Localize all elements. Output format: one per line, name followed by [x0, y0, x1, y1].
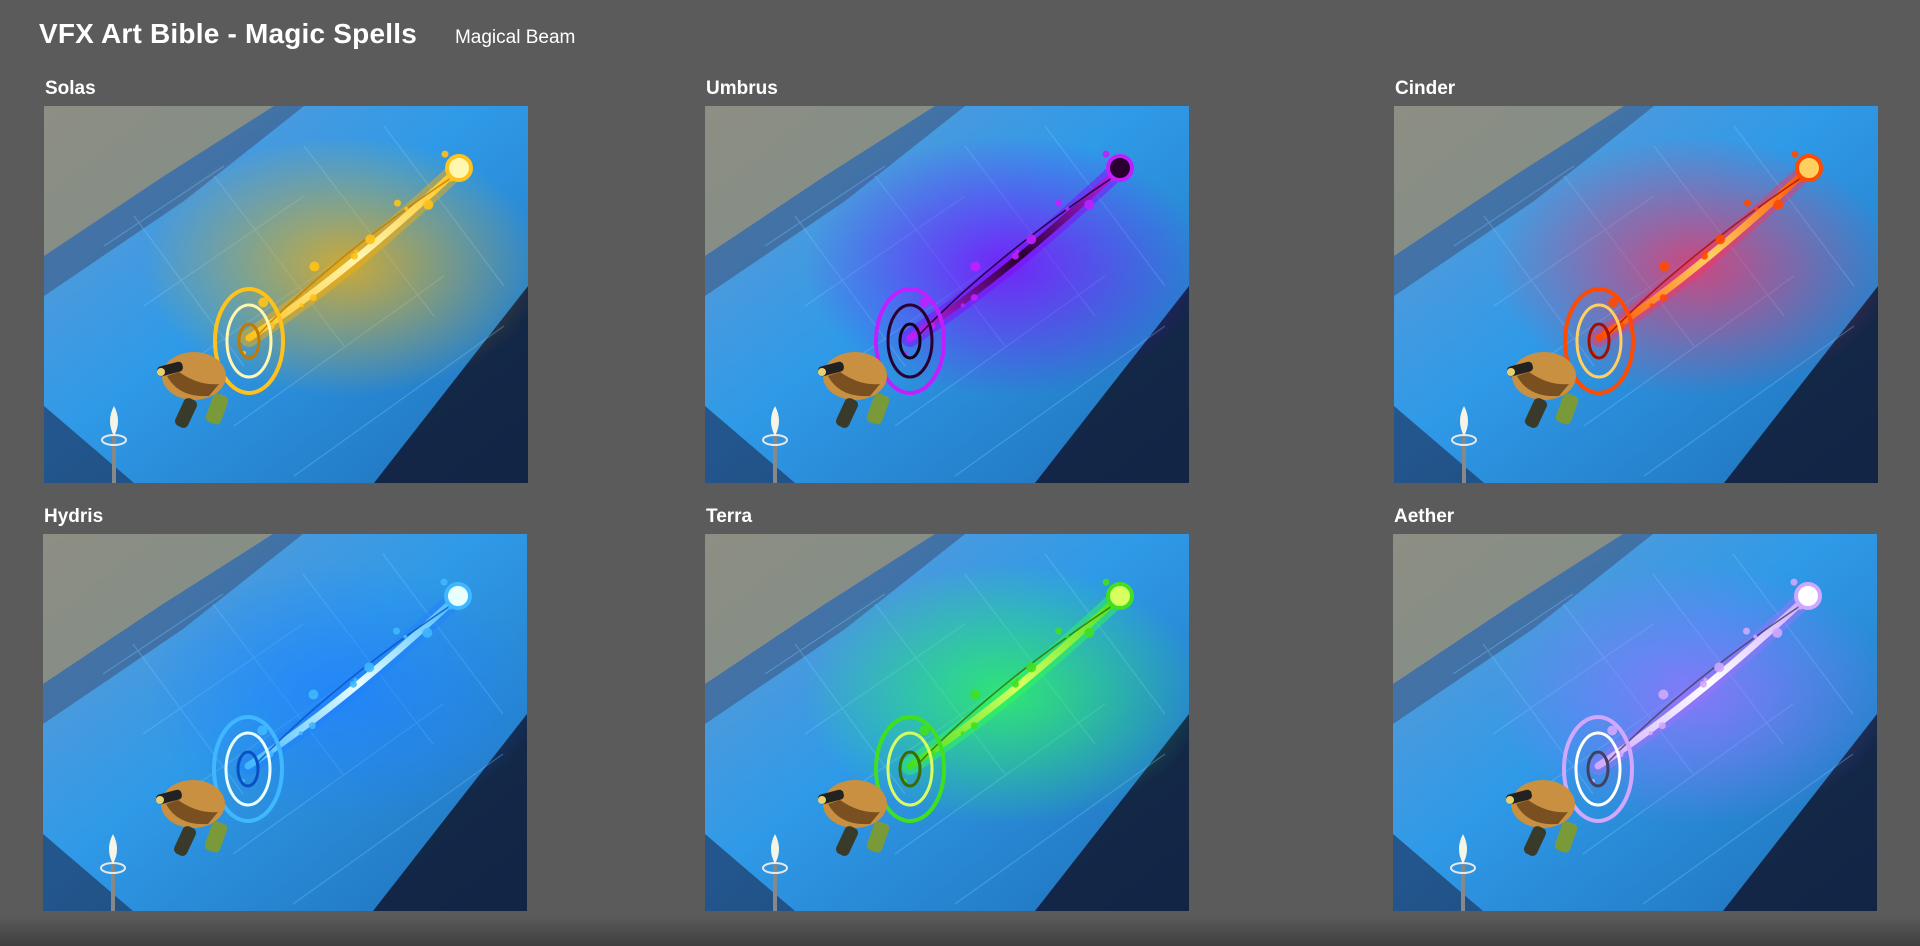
spark — [1699, 680, 1707, 688]
spark — [1026, 234, 1037, 245]
spell-panel-aether: Aether — [1393, 506, 1877, 911]
spark — [1055, 627, 1062, 635]
spark — [1658, 689, 1669, 700]
spark — [1773, 199, 1784, 210]
spark — [960, 731, 965, 736]
spell-panel-terra: Terra — [705, 506, 1189, 911]
beam-tip — [1106, 154, 1134, 182]
spell-artwork — [705, 534, 1189, 911]
beam-tip — [1106, 582, 1134, 610]
spell-artwork — [44, 106, 528, 483]
beam-tip — [445, 154, 473, 182]
spark — [299, 303, 304, 308]
page-header: VFX Art Bible - Magic Spells Magical Bea… — [39, 18, 575, 50]
spell-artwork — [43, 534, 527, 911]
spark — [440, 578, 448, 586]
spark — [394, 199, 401, 207]
spark — [1065, 634, 1070, 639]
spark — [960, 303, 965, 308]
spark — [365, 234, 376, 245]
spark — [1648, 731, 1653, 736]
spark — [1102, 578, 1110, 586]
spark — [1649, 303, 1654, 308]
spark — [1659, 294, 1667, 302]
spell-illustration — [43, 534, 527, 911]
spark — [1753, 634, 1758, 639]
spell-illustration — [1394, 106, 1878, 483]
spark — [1700, 252, 1708, 260]
page-title: VFX Art Bible - Magic Spells — [39, 18, 417, 49]
spark — [1659, 261, 1670, 272]
spark — [1744, 199, 1751, 207]
spark — [1026, 662, 1037, 673]
spell-illustration — [705, 106, 1189, 483]
spark — [393, 627, 400, 635]
spark — [1084, 627, 1095, 638]
spell-artwork — [1393, 534, 1877, 911]
spark — [423, 199, 434, 210]
spell-artwork — [705, 106, 1189, 483]
spark — [441, 150, 449, 158]
spell-artwork — [1394, 106, 1878, 483]
spell-label: Terra — [706, 506, 753, 527]
spell-panel-umbrus: Umbrus — [705, 78, 1189, 483]
page-subtitle: Magical Beam — [454, 27, 576, 48]
spark — [1084, 199, 1095, 210]
spell-label: Umbrus — [706, 78, 778, 99]
spark — [1102, 150, 1110, 158]
spark — [1714, 662, 1725, 673]
spell-label: Cinder — [1395, 78, 1456, 99]
spark — [970, 689, 981, 700]
spell-illustration — [705, 534, 1189, 911]
spark — [309, 294, 317, 302]
spell-illustration — [1393, 534, 1877, 911]
spark — [1658, 722, 1666, 730]
spark — [309, 261, 320, 272]
spark — [1791, 150, 1799, 158]
beam-tip — [1794, 582, 1822, 610]
beam-tip — [444, 582, 472, 610]
spark — [970, 294, 978, 302]
spark — [404, 206, 409, 211]
spark — [1065, 206, 1070, 211]
spark — [970, 722, 978, 730]
spark — [1790, 578, 1798, 586]
spark — [349, 680, 357, 688]
spell-panel-hydris: Hydris — [43, 506, 527, 911]
spark — [308, 722, 316, 730]
spark — [1011, 252, 1019, 260]
spark — [350, 252, 358, 260]
spark — [422, 627, 433, 638]
spark — [403, 634, 408, 639]
spell-label: Solas — [45, 78, 96, 99]
spark — [1011, 680, 1019, 688]
spark — [1743, 627, 1750, 635]
bottom-shade — [0, 916, 1920, 946]
spark — [298, 731, 303, 736]
beam-tip — [1795, 154, 1823, 182]
spark — [1055, 199, 1062, 207]
spell-panel-cinder: Cinder — [1394, 78, 1878, 483]
spark — [970, 261, 981, 272]
spark — [1754, 206, 1759, 211]
spell-illustration — [44, 106, 528, 483]
spell-panel-solas: Solas — [44, 78, 528, 483]
spark — [1715, 234, 1726, 245]
spark — [1772, 627, 1783, 638]
spell-label: Hydris — [44, 506, 104, 527]
spark — [308, 689, 319, 700]
spell-label: Aether — [1394, 506, 1455, 527]
spark — [364, 662, 375, 673]
